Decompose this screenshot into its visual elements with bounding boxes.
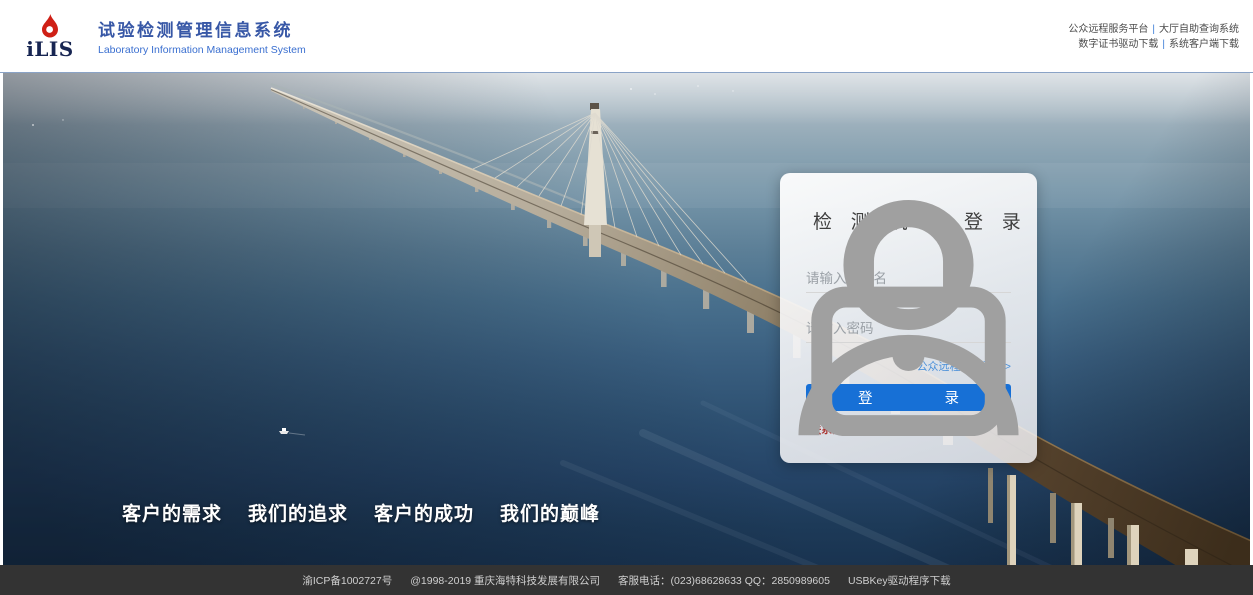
link-client-download[interactable]: 系统客户端下载	[1169, 39, 1239, 50]
slogan-phrase: 客户的成功	[374, 499, 474, 526]
slogan-phrase: 我们的巅峰	[500, 499, 600, 526]
login-panel: 检 测 机 构 登 录 公众远程平台登录>	[780, 173, 1037, 463]
system-title-cn: 试验检测管理信息系统	[98, 16, 306, 41]
hero-section: 客户的需求 我们的追求 客户的成功 我们的巅峰 检 测 机 构 登 录	[0, 73, 1253, 565]
bridge-photo: 客户的需求 我们的追求 客户的成功 我们的巅峰 检 测 机 构 登 录	[3, 73, 1250, 565]
slogan-phrase: 我们的追求	[248, 499, 348, 526]
password-row	[806, 318, 1011, 343]
footer: 渝ICP备1002727号 @1998-2019 重庆海特科技发展有限公司 客服…	[0, 565, 1253, 595]
header-links-row2: 数字证书驱动下载|系统客户端下载	[1068, 37, 1239, 52]
slogan-phrase: 客户的需求	[122, 499, 222, 526]
usbkey-driver-download-link[interactable]: USBKey驱动程序下载	[848, 573, 951, 588]
link-hall-self-query[interactable]: 大厅自助查询系统	[1159, 24, 1239, 35]
system-title-en: Laboratory Information Management System	[98, 44, 306, 56]
lock-icon	[780, 173, 1037, 463]
link-public-remote-platform[interactable]: 公众远程服务平台	[1068, 24, 1148, 35]
header: iLIS 试验检测管理信息系统 Laboratory Information M…	[0, 0, 1253, 73]
header-links: 公众远程服务平台|大厅自助查询系统 数字证书驱动下载|系统客户端下载	[1068, 20, 1239, 52]
bridge-photo-art	[3, 73, 1250, 565]
system-titles: 试验检测管理信息系统 Laboratory Information Manage…	[98, 16, 306, 56]
copyright-text: @1998-2019 重庆海特科技发展有限公司	[410, 573, 600, 588]
logo-text: iLIS	[26, 40, 73, 58]
slogan: 客户的需求 我们的追求 客户的成功 我们的巅峰	[122, 499, 600, 526]
separator: |	[1158, 39, 1169, 50]
ilis-logo: iLIS	[24, 14, 76, 58]
icp-number-link[interactable]: 渝ICP备1002727号	[302, 573, 392, 588]
contact-info: 客服电话：(023)68628633 QQ：2850989605	[618, 573, 830, 588]
header-links-row1: 公众远程服务平台|大厅自助查询系统	[1068, 22, 1239, 37]
separator: |	[1148, 24, 1159, 35]
link-cert-driver-download[interactable]: 数字证书驱动下载	[1078, 39, 1158, 50]
